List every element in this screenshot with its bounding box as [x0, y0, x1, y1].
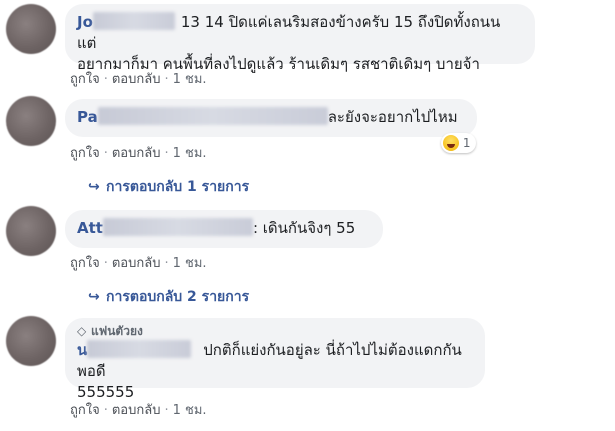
comment-author[interactable]: Jo — [77, 13, 93, 31]
avatar[interactable] — [6, 316, 56, 366]
view-replies-link[interactable]: ↪ การตอบกลับ 1 รายการ — [88, 176, 249, 198]
reaction-summary[interactable]: 1 — [441, 133, 477, 153]
comment-time[interactable]: 1 ชม. — [173, 256, 207, 271]
comment-actions: ถูกใจ · ตอบกลับ · 1 ชม. — [70, 252, 207, 273]
comment-text: ละยังจะอยากไปไหม — [327, 108, 458, 126]
comment-time[interactable]: 1 ชม. — [173, 403, 207, 418]
separator: · — [103, 146, 108, 161]
badge-label: แฟนตัวยง — [91, 324, 143, 338]
reply-link[interactable]: ตอบกลับ — [112, 72, 161, 87]
comment-bubble: Pa ละยังจะอยากไปไหม — [65, 99, 477, 137]
comment-text: : เดินกันจิงๆ 55 — [252, 219, 356, 237]
comment-actions: ถูกใจ · ตอบกลับ · 1 ชม. — [70, 142, 207, 163]
diamond-icon: ◇ — [77, 324, 87, 338]
comment-author[interactable]: Att — [77, 219, 103, 237]
redacted-name — [97, 107, 328, 125]
redacted-name — [102, 218, 253, 236]
avatar[interactable] — [6, 206, 56, 256]
reply-arrow-icon: ↪ — [88, 289, 100, 305]
comment-bubble: Att : เดินกันจิงๆ 55 — [65, 210, 383, 248]
avatar[interactable] — [6, 4, 56, 54]
comment-time[interactable]: 1 ชม. — [173, 146, 207, 161]
view-replies-link[interactable]: ↪ การตอบกลับ 2 รายการ — [88, 286, 249, 308]
haha-icon — [443, 134, 459, 151]
reply-arrow-icon: ↪ — [88, 179, 100, 195]
reply-link[interactable]: ตอบกลับ — [112, 403, 161, 418]
view-replies-label: การตอบกลับ 2 รายการ — [106, 289, 250, 305]
comment-time[interactable]: 1 ชม. — [173, 72, 207, 87]
separator: · — [164, 256, 169, 271]
redacted-name — [92, 12, 175, 30]
separator: · — [103, 403, 108, 418]
comment-actions: ถูกใจ · ตอบกลับ · 1 ชม. — [70, 68, 207, 89]
separator: · — [164, 146, 169, 161]
view-replies-label: การตอบกลับ 1 รายการ — [106, 179, 250, 195]
like-link[interactable]: ถูกใจ — [70, 403, 100, 418]
fan-badge[interactable]: ◇ แฟนตัวยง — [77, 323, 473, 340]
comment-bubble: ◇ แฟนตัวยง นปกติก็แย่งกันอยู่ละ นี่ถ้าไปไ… — [65, 318, 485, 401]
comment-author[interactable]: Pa — [77, 108, 98, 126]
comment-bubble: Jo 13 14 ปิดแค่เลนริมสองข้างครับ 15 ถึงปิ… — [65, 4, 535, 73]
redacted-name — [87, 340, 192, 358]
avatar[interactable] — [6, 96, 56, 146]
separator: · — [103, 256, 108, 271]
separator: · — [164, 72, 169, 87]
comment-author[interactable]: น — [77, 341, 87, 359]
like-link[interactable]: ถูกใจ — [70, 72, 100, 87]
comment-actions: ถูกใจ · ตอบกลับ · 1 ชม. — [70, 399, 207, 420]
separator: · — [103, 72, 108, 87]
separator: · — [164, 403, 169, 418]
like-link[interactable]: ถูกใจ — [70, 146, 100, 161]
reply-link[interactable]: ตอบกลับ — [112, 256, 161, 271]
like-link[interactable]: ถูกใจ — [70, 256, 100, 271]
reaction-count: 1 — [462, 136, 471, 150]
reply-link[interactable]: ตอบกลับ — [112, 146, 161, 161]
